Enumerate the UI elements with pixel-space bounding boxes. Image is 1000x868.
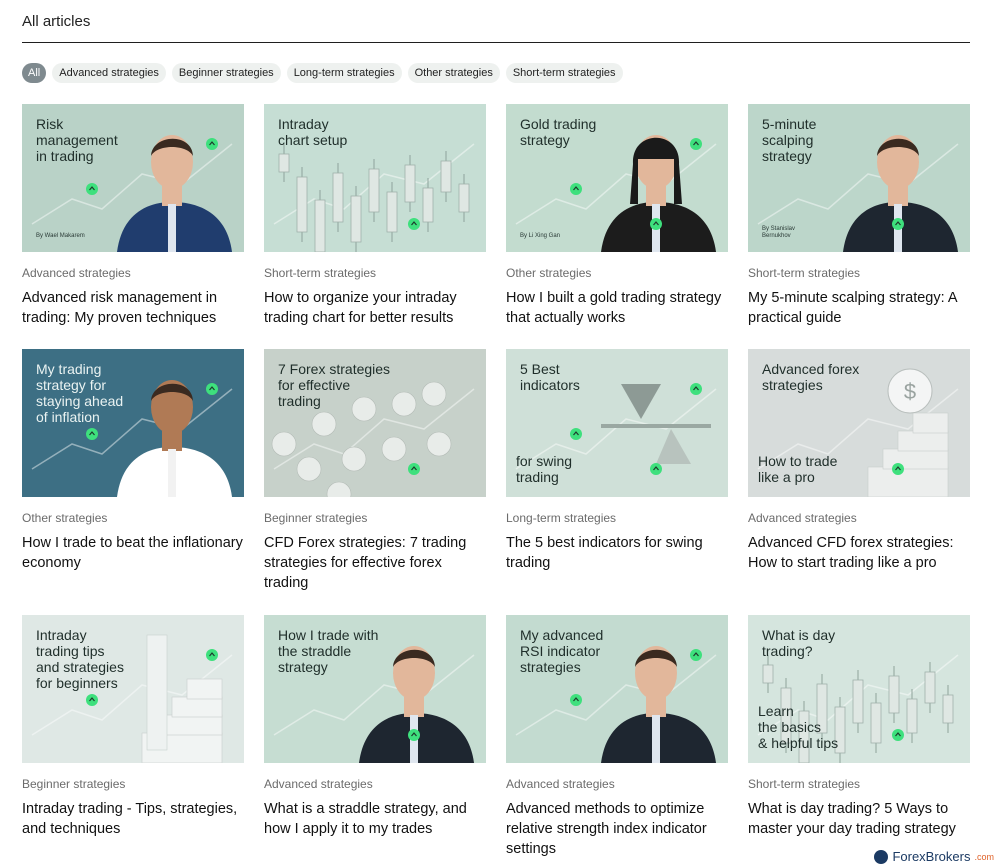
watermark-suffix: .com xyxy=(974,851,994,862)
article-category[interactable]: Other strategies xyxy=(22,511,244,525)
article-card[interactable]: Risk management in trading By Wael Makare… xyxy=(22,104,244,328)
thumbnail-caption: Intraday trading tips and strategies for… xyxy=(36,627,124,691)
article-title[interactable]: How to organize your intraday trading ch… xyxy=(264,288,486,328)
article-card[interactable]: My trading strategy for staying ahead of… xyxy=(22,349,244,573)
article-title[interactable]: Advanced CFD forex strategies: How to st… xyxy=(748,533,970,573)
article-title[interactable]: How I built a gold trading strategy that… xyxy=(506,288,728,328)
thumbnail-caption: Gold trading strategy xyxy=(520,116,597,148)
article-thumbnail[interactable]: 5 Best indicators for swing trading xyxy=(506,349,728,497)
article-category[interactable]: Advanced strategies xyxy=(748,511,970,525)
article-title[interactable]: CFD Forex strategies: 7 trading strategi… xyxy=(264,533,486,593)
article-title[interactable]: Intraday trading - Tips, strategies, and… xyxy=(22,799,244,839)
article-card[interactable]: 5 Best indicators for swing trading Long-t… xyxy=(506,349,728,573)
article-thumbnail[interactable]: Intraday chart setup xyxy=(264,104,486,252)
article-category[interactable]: Long-term strategies xyxy=(506,511,728,525)
article-category[interactable]: Beginner strategies xyxy=(22,777,244,791)
article-category[interactable]: Beginner strategies xyxy=(264,511,486,525)
article-category[interactable]: Advanced strategies xyxy=(264,777,486,791)
article-card[interactable]: Intraday trading tips and strategies for… xyxy=(22,615,244,839)
filter-short-term[interactable]: Short-term strategies xyxy=(505,63,623,83)
article-thumbnail[interactable]: Intraday trading tips and strategies for… xyxy=(22,615,244,763)
article-title[interactable]: What is a straddle strategy, and how I a… xyxy=(264,799,486,839)
article-card[interactable]: What is day trading? Learn the basics & h… xyxy=(748,615,970,839)
article-card[interactable]: Gold trading strategy By Li Xing Gan Other… xyxy=(506,104,728,328)
watermark-text: ForexBrokers xyxy=(892,849,971,864)
thumbnail-subcaption: Learn the basics & helpful tips xyxy=(758,703,839,751)
watermark-logo: ForexBrokers .com xyxy=(874,849,994,864)
article-category[interactable]: Short-term strategies xyxy=(748,777,970,791)
thumbnail-caption: My trading strategy for staying ahead of… xyxy=(36,361,124,425)
article-title[interactable]: The 5 best indicators for swing trading xyxy=(506,533,728,573)
article-thumbnail[interactable]: 7 Forex strategies for effective trading xyxy=(264,349,486,497)
article-title[interactable]: Advanced methods to optimize relative st… xyxy=(506,799,728,859)
article-thumbnail[interactable]: My advanced RSI indicator strategies xyxy=(506,615,728,763)
thumbnail-caption: 5-minute scalping strategy xyxy=(762,116,817,164)
article-category[interactable]: Advanced strategies xyxy=(506,777,728,791)
article-card[interactable]: My advanced RSI indicator strategies Adva… xyxy=(506,615,728,859)
thumbnail-caption: Intraday chart setup xyxy=(278,116,348,148)
title-divider xyxy=(22,42,970,43)
article-card[interactable]: 7 Forex strategies for effective trading… xyxy=(264,349,486,593)
article-category[interactable]: Short-term strategies xyxy=(748,266,970,280)
thumbnail-caption: How I trade with the straddle strategy xyxy=(278,627,379,675)
thumbnail-caption: Risk management in trading xyxy=(36,116,118,164)
article-thumbnail[interactable]: $ Advanced forex strategies How to trade l… xyxy=(748,349,970,497)
thumbnail-caption: My advanced RSI indicator strategies xyxy=(520,627,604,675)
article-thumbnail[interactable]: Gold trading strategy By Li Xing Gan xyxy=(506,104,728,252)
filter-long-term[interactable]: Long-term strategies xyxy=(286,63,402,83)
article-thumbnail[interactable]: My trading strategy for staying ahead of… xyxy=(22,349,244,497)
filter-beginner[interactable]: Beginner strategies xyxy=(171,63,281,83)
thumbnail-byline: By Stanislav Bernukhov xyxy=(762,226,796,239)
filter-all[interactable]: All xyxy=(22,63,47,83)
article-thumbnail[interactable]: How I trade with the straddle strategy xyxy=(264,615,486,763)
svg-text:$: $ xyxy=(904,379,916,404)
thumbnail-byline: By Li Xing Gan xyxy=(520,233,561,239)
filter-chips: All Advanced strategies Beginner strateg… xyxy=(22,63,623,83)
article-category[interactable]: Short-term strategies xyxy=(264,266,486,280)
page-title: All articles xyxy=(22,13,91,30)
article-title[interactable]: My 5-minute scalping strategy: A practic… xyxy=(748,288,970,328)
thumbnail-caption: 7 Forex strategies for effective trading xyxy=(278,361,391,409)
article-thumbnail[interactable]: 5-minute scalping strategy By Stanislav B… xyxy=(748,104,970,252)
filter-advanced[interactable]: Advanced strategies xyxy=(52,63,166,83)
article-card[interactable]: $ Advanced forex strategies How to trade l… xyxy=(748,349,970,573)
thumbnail-caption: 5 Best indicators xyxy=(520,361,580,393)
article-title[interactable]: What is day trading? 5 Ways to master yo… xyxy=(748,799,970,839)
article-category[interactable]: Other strategies xyxy=(506,266,728,280)
article-title[interactable]: How I trade to beat the inflationary eco… xyxy=(22,533,244,573)
forexbrokers-logo-icon xyxy=(874,849,889,864)
article-card[interactable]: How I trade with the straddle strategy Ad… xyxy=(264,615,486,839)
thumbnail-caption: Advanced forex strategies xyxy=(762,361,860,393)
article-card[interactable]: 5-minute scalping strategy By Stanislav B… xyxy=(748,104,970,328)
filter-other[interactable]: Other strategies xyxy=(407,63,500,83)
thumbnail-byline: By Wael Makarem xyxy=(36,233,85,239)
article-thumbnail[interactable]: What is day trading? Learn the basics & h… xyxy=(748,615,970,763)
article-thumbnail[interactable]: Risk management in trading By Wael Makare… xyxy=(22,104,244,252)
thumbnail-subcaption: for swing trading xyxy=(516,453,573,485)
article-card[interactable]: Intraday chart setup Short-term strategie… xyxy=(264,104,486,328)
thumbnail-subcaption: How to trade like a pro xyxy=(758,453,838,485)
thumbnail-caption: What is day trading? xyxy=(762,627,836,659)
article-title[interactable]: Advanced risk management in trading: My … xyxy=(22,288,244,328)
article-category[interactable]: Advanced strategies xyxy=(22,266,244,280)
